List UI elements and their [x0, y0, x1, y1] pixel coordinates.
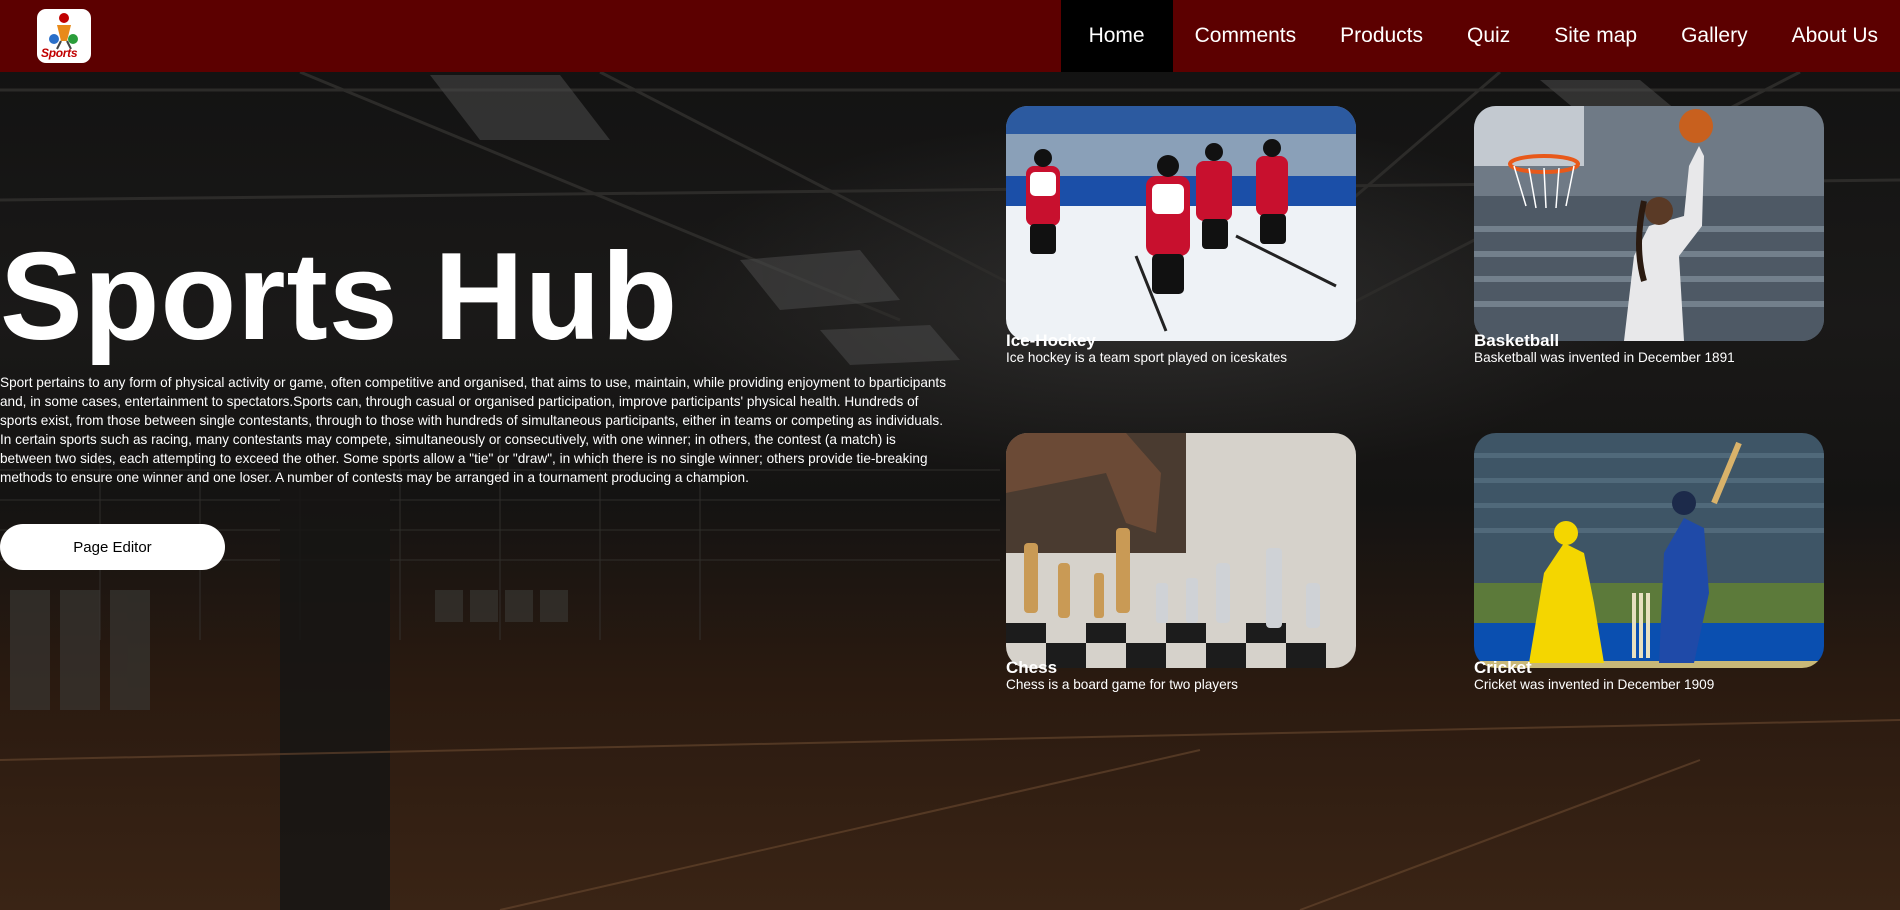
nav-site-map[interactable]: Site map [1532, 0, 1659, 72]
nav-home[interactable]: Home [1060, 0, 1173, 72]
logo-text: Sports [41, 46, 78, 60]
sports-logo[interactable]: Sports [37, 9, 91, 63]
nav-about-us[interactable]: About Us [1770, 0, 1900, 72]
card-title: Ice-Hockey [1006, 331, 1096, 350]
chess-image[interactable] [1006, 433, 1356, 668]
nav-comments[interactable]: Comments [1173, 0, 1319, 72]
card-title: Basketball [1474, 331, 1560, 350]
page-editor-button[interactable]: Page Editor [0, 524, 225, 570]
page: Sports Home Comments Products Quiz Site … [0, 0, 1900, 910]
ice-hockey-image[interactable] [1006, 106, 1356, 341]
nav-products[interactable]: Products [1318, 0, 1445, 72]
sport-card-basketball[interactable]: Basketball Basketball was invented in De… [1474, 106, 1824, 366]
sport-card-ice-hockey[interactable]: Ice-Hockey Ice hockey is a team sport pl… [1006, 106, 1356, 366]
top-navbar: Sports Home Comments Products Quiz Site … [0, 0, 1900, 72]
card-description: Cricket was invented in December 1909 [1474, 677, 1715, 692]
sport-card-cricket[interactable]: Cricket Cricket was invented in December… [1474, 433, 1824, 693]
sport-card-chess[interactable]: Chess Chess is a board game for two play… [1006, 433, 1356, 693]
card-description: Chess is a board game for two players [1006, 677, 1238, 692]
nav-gallery[interactable]: Gallery [1659, 0, 1770, 72]
card-title: Cricket [1474, 658, 1532, 677]
nav-quiz[interactable]: Quiz [1445, 0, 1532, 72]
intro-paragraph: Sport pertains to any form of physical a… [0, 375, 947, 485]
basketball-image[interactable] [1474, 106, 1824, 341]
card-description: Ice hockey is a team sport played on ice… [1006, 350, 1288, 365]
main-nav: Home Comments Products Quiz Site map Gal… [1060, 0, 1900, 72]
card-title: Chess [1006, 658, 1058, 677]
page-title: Sports Hub [0, 228, 679, 366]
card-description: Basketball was invented in December 1891 [1474, 350, 1735, 365]
cricket-image[interactable] [1474, 433, 1824, 668]
